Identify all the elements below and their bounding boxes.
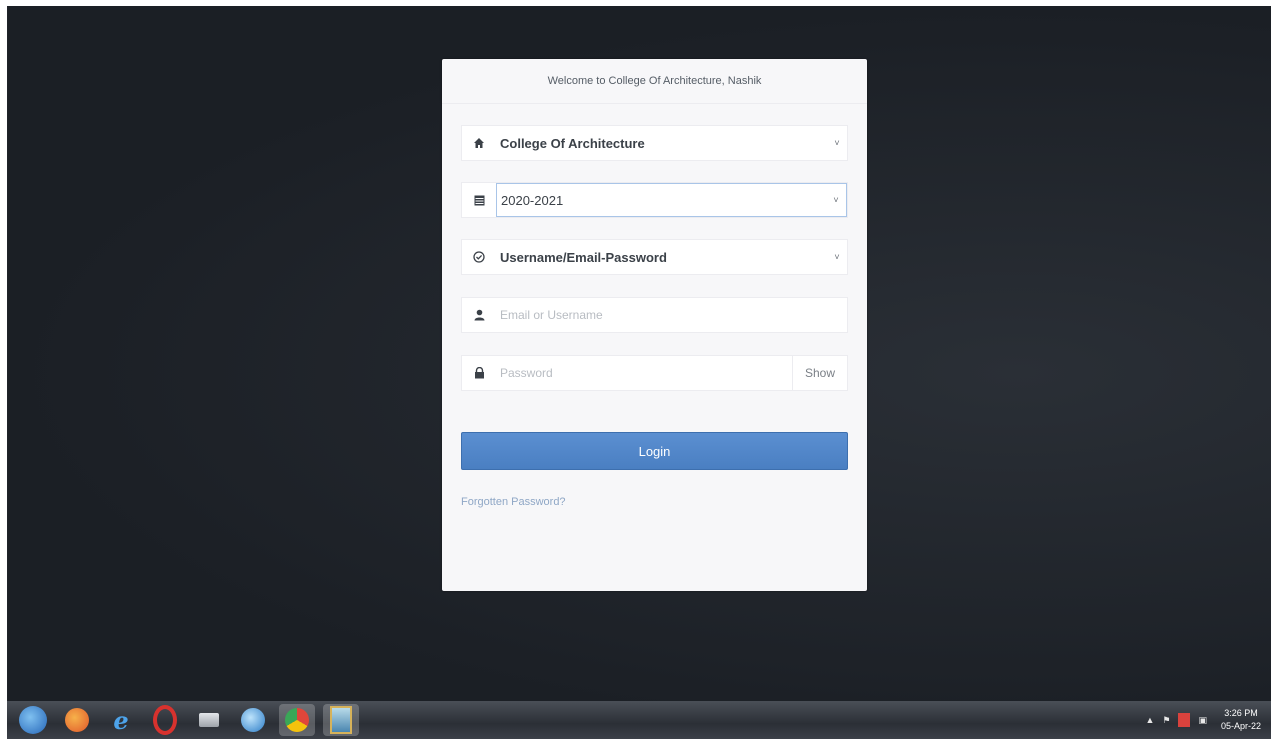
taskbar: e ▲ ⚑ ▣ 3:26 PM 05-Apr-22 [7,701,1271,739]
chevron-down-icon: ˅ [834,138,840,148]
login-method-select[interactable]: Username/Email-Password ˅ [461,239,848,275]
opera-icon [153,705,177,735]
chevron-down-icon: ˅ [834,252,840,262]
taskbar-firefox[interactable] [59,704,95,736]
academic-year-select-box[interactable]: 2020-2021 ˅ [496,183,847,217]
password-input[interactable] [496,355,792,391]
network-status-icon[interactable]: ▣ [1198,715,1207,726]
taskbar-chrome[interactable] [279,704,315,736]
calendar-icon [462,183,496,217]
desktop-screen: Welcome to College Of Architecture, Nash… [7,6,1271,739]
firefox-icon [65,708,89,732]
taskbar-opera[interactable] [147,704,183,736]
antivirus-icon[interactable] [1178,713,1191,727]
academic-year-select[interactable]: 2020-2021 ˅ [461,182,848,218]
chevron-down-icon: ˅ [833,195,839,205]
forgotten-password-link[interactable]: Forgotten Password? [461,496,566,508]
academic-year-value: 2020-2021 [501,192,564,208]
check-circle-icon [462,240,496,274]
clock-time: 3:26 PM [1224,708,1258,718]
clock-date: 05-Apr-22 [1220,721,1261,731]
username-input[interactable] [496,297,847,333]
printer-icon [199,713,219,727]
show-password-button[interactable]: Show [792,356,847,390]
username-field[interactable] [461,297,848,333]
password-field[interactable]: Show [461,355,848,391]
clock[interactable]: 3:26 PM 05-Apr-22 [1221,707,1261,733]
login-card: Welcome to College Of Architecture, Nash… [442,59,867,591]
start-button[interactable] [15,704,51,736]
internet-explorer-icon: e [113,705,129,735]
flag-icon[interactable]: ⚑ [1162,715,1170,726]
login-method-value: Username/Email-Password [500,249,667,265]
show-hidden-icons-icon[interactable]: ▲ [1145,715,1154,725]
login-button[interactable]: Login [461,432,848,470]
app-portrait-icon [330,706,352,734]
network-globe-icon [241,708,265,732]
welcome-header: Welcome to College Of Architecture, Nash… [442,59,867,104]
taskbar-printer[interactable] [191,704,227,736]
chrome-icon [285,708,309,732]
taskbar-internet-explorer[interactable]: e [103,704,139,736]
college-select-value: College Of Architecture [500,135,645,151]
user-icon [462,298,496,332]
college-select[interactable]: College Of Architecture ˅ [461,125,848,161]
taskbar-network[interactable] [235,704,271,736]
system-tray: ▲ ⚑ ▣ 3:26 PM 05-Apr-22 [1145,701,1261,739]
home-icon [462,126,496,160]
taskbar-portrait-app[interactable] [323,704,359,736]
windows-start-icon [19,706,47,734]
lock-icon [462,356,496,390]
